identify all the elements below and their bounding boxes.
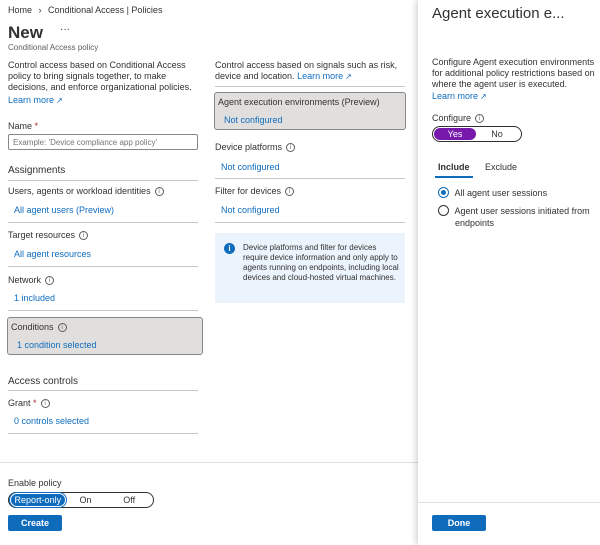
option-report-only[interactable]: Report-only bbox=[9, 492, 67, 508]
radio-all-sessions[interactable]: All agent user sessions bbox=[438, 187, 547, 199]
left-intro: Control access based on Conditional Acce… bbox=[8, 60, 192, 92]
panel-learn-more-link[interactable]: Learn more ↗ bbox=[432, 91, 487, 101]
breadcrumb: Home › Conditional Access | Policies bbox=[8, 5, 162, 15]
users-label: Users, agents or workload identities i bbox=[8, 186, 164, 197]
panel-description: Configure Agent execution environments f… bbox=[432, 57, 595, 89]
radio-endpoint-sessions-cont: endpoints bbox=[455, 218, 495, 228]
name-label: Name * bbox=[8, 121, 39, 131]
info-icon[interactable]: i bbox=[40, 399, 50, 409]
left-learn-more-link[interactable]: Learn more ↗ bbox=[8, 95, 63, 105]
side-panel: Agent execution e... Configure Agent exe… bbox=[418, 0, 600, 545]
tab-include[interactable]: Include bbox=[438, 162, 470, 172]
configure-no[interactable]: No bbox=[476, 129, 518, 139]
create-button[interactable]: Create bbox=[8, 515, 62, 531]
required-asterisk: * bbox=[34, 121, 39, 131]
configure-toggle[interactable]: Yes No bbox=[432, 126, 522, 142]
option-off[interactable]: Off bbox=[105, 495, 153, 505]
tab-exclude[interactable]: Exclude bbox=[485, 162, 517, 172]
grant-link[interactable]: 0 controls selected bbox=[14, 416, 89, 426]
external-link-icon: ↗ bbox=[480, 92, 487, 101]
external-link-icon: ↗ bbox=[345, 72, 352, 81]
page-title: New bbox=[8, 23, 43, 42]
more-options-button[interactable]: ··· bbox=[60, 24, 70, 35]
device-platforms-label: Device platforms i bbox=[215, 142, 296, 153]
target-resources-link[interactable]: All agent resources bbox=[14, 249, 91, 259]
info-icon[interactable]: i bbox=[475, 114, 485, 124]
filter-devices-link[interactable]: Not configured bbox=[221, 205, 280, 215]
filter-devices-label: Filter for devices i bbox=[215, 186, 295, 197]
info-icon[interactable]: i bbox=[154, 187, 164, 197]
info-icon[interactable]: i bbox=[286, 143, 296, 153]
info-message-text: Device platforms and filter for devices … bbox=[243, 243, 399, 282]
agent-env-label: Agent execution environments (Preview) bbox=[218, 97, 380, 107]
breadcrumb-separator: › bbox=[38, 5, 42, 15]
breadcrumb-policies[interactable]: Conditional Access | Policies bbox=[48, 5, 162, 15]
agent-env-section[interactable]: Agent execution environments (Preview) N… bbox=[214, 92, 406, 130]
configure-yes[interactable]: Yes bbox=[434, 128, 476, 140]
info-icon[interactable]: i bbox=[57, 323, 67, 333]
network-label: Network i bbox=[8, 275, 55, 286]
info-message-box: i Device platforms and filter for device… bbox=[215, 233, 405, 303]
grant-label: Grant * i bbox=[8, 398, 50, 409]
radio-unselected-icon[interactable] bbox=[438, 205, 449, 217]
conditions-label: Conditions i bbox=[11, 322, 67, 333]
enable-policy-toggle[interactable]: Report-only On Off bbox=[8, 492, 154, 508]
access-controls-heading: Access controls bbox=[8, 376, 79, 387]
agent-env-link[interactable]: Not configured bbox=[224, 115, 283, 125]
network-link[interactable]: 1 included bbox=[14, 293, 55, 303]
conditions-link[interactable]: 1 condition selected bbox=[17, 340, 97, 350]
option-on[interactable]: On bbox=[66, 495, 106, 505]
external-link-icon: ↗ bbox=[56, 96, 63, 105]
enable-policy-label: Enable policy bbox=[8, 478, 62, 488]
target-resources-label: Target resources i bbox=[8, 230, 89, 241]
middle-intro: Control access based on signals such as … bbox=[215, 60, 398, 81]
users-value-link[interactable]: All agent users (Preview) bbox=[14, 205, 114, 215]
page-subtitle: Conditional Access policy bbox=[8, 43, 99, 52]
radio-selected-icon[interactable] bbox=[438, 187, 449, 199]
done-button[interactable]: Done bbox=[432, 515, 486, 531]
radio-endpoint-sessions[interactable]: Agent user sessions initiated from bbox=[438, 205, 590, 217]
tab-include-underline bbox=[435, 176, 473, 178]
panel-title: Agent execution e... bbox=[432, 5, 565, 22]
info-icon[interactable]: i bbox=[285, 187, 295, 197]
middle-learn-more-link[interactable]: Learn more ↗ bbox=[297, 71, 352, 81]
conditions-section[interactable]: Conditions i 1 condition selected bbox=[7, 317, 203, 355]
info-icon[interactable]: i bbox=[45, 276, 55, 286]
device-platforms-link[interactable]: Not configured bbox=[221, 162, 280, 172]
info-icon[interactable]: i bbox=[79, 231, 89, 241]
name-input[interactable] bbox=[8, 134, 198, 150]
required-asterisk: * bbox=[33, 398, 37, 408]
breadcrumb-home[interactable]: Home bbox=[8, 5, 32, 15]
info-filled-icon: i bbox=[224, 243, 235, 254]
assignments-heading: Assignments bbox=[8, 165, 66, 176]
configure-label: Configure i bbox=[432, 113, 485, 124]
